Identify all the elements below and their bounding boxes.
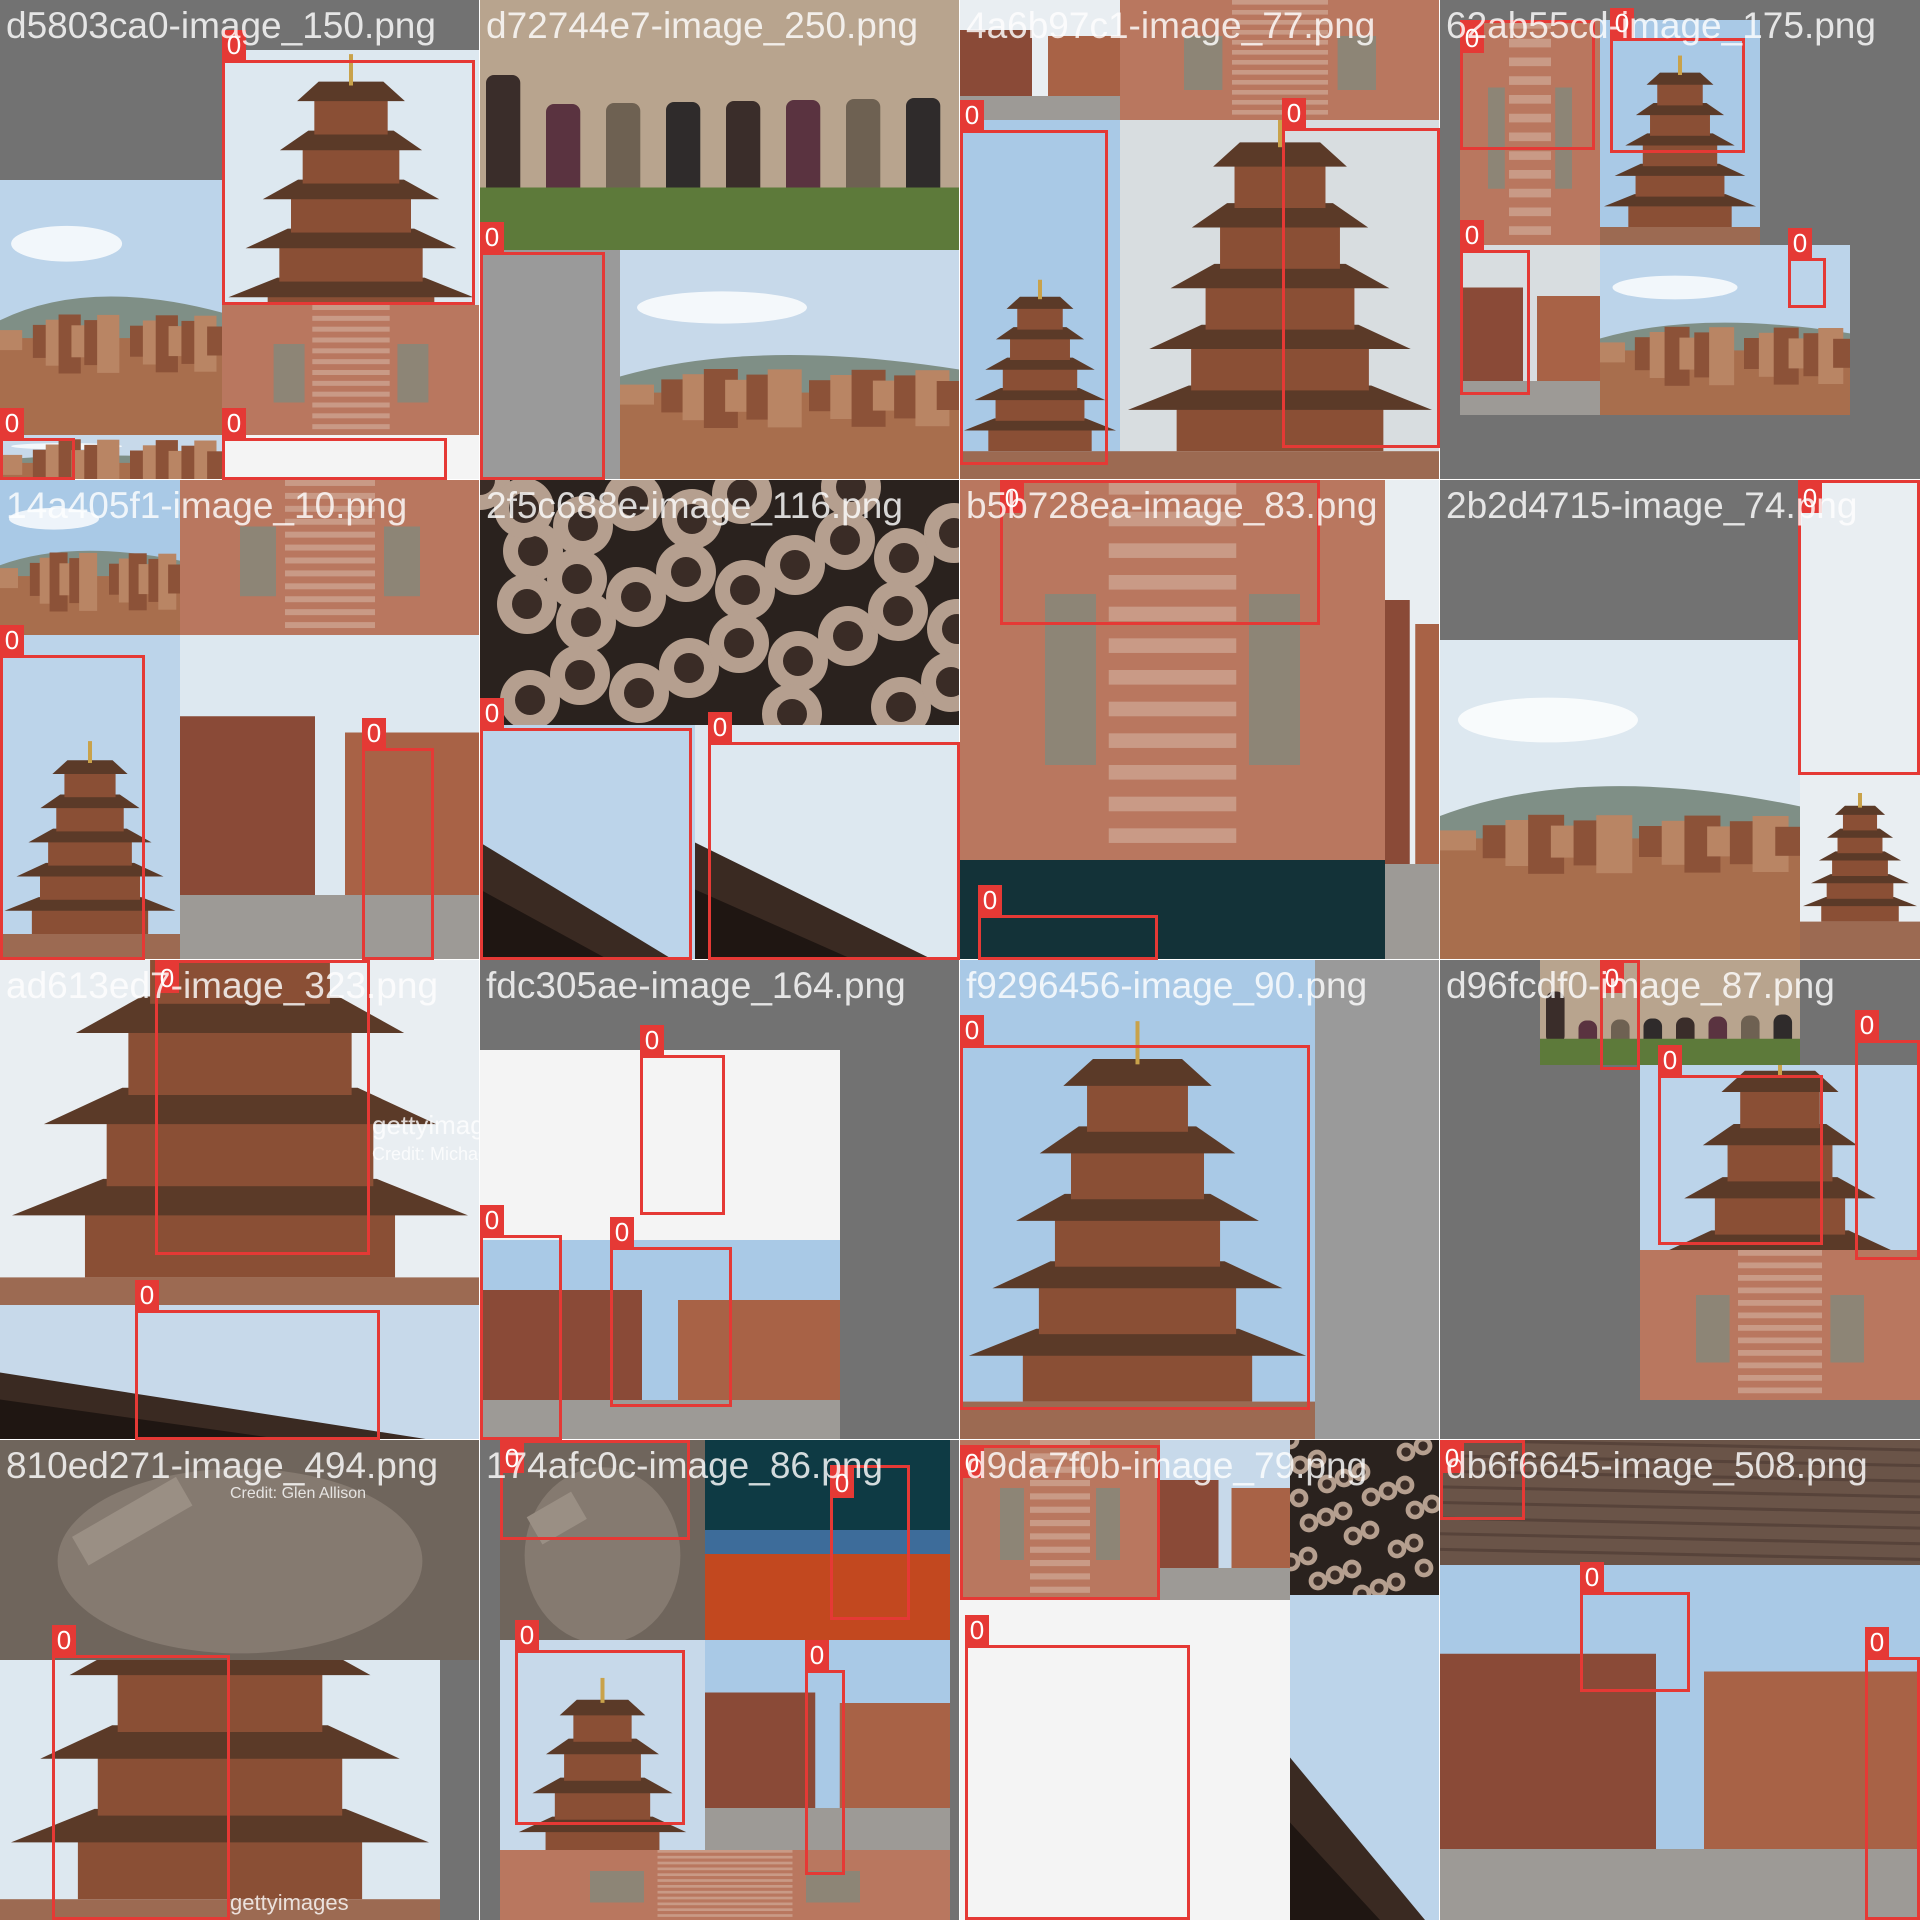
mosaic-tile: 0 0 0 d96fcdf0-image_87.png (1439, 959, 1920, 1441)
bounding-box: 0 (1460, 220, 1530, 395)
mosaic-tile: 0 0 0 0 62ab55cd-image_175.png (1439, 0, 1920, 481)
class-label: 0 (135, 1280, 159, 1310)
photo-crop (620, 250, 960, 480)
mosaic-tile: 0 0 d9da7f0b-image_79.png (959, 1439, 1441, 1920)
class-label: 0 (515, 1620, 539, 1650)
class-label: 0 (1865, 1627, 1889, 1657)
class-label: 0 (52, 1625, 76, 1655)
photo-crop (1440, 640, 1800, 960)
bounding-box: 0 (830, 1465, 910, 1620)
tile-filename: 174afc0c-image_86.png (486, 1445, 884, 1486)
mosaic-tile: 00gettyimageCredit: Michaelad613ed7-imag… (0, 959, 481, 1441)
bounding-box: 0 (1580, 1562, 1690, 1692)
class-label: 0 (1855, 1010, 1879, 1040)
bounding-box: 0 (0, 408, 75, 480)
class-label: 0 (1460, 220, 1484, 250)
bounding-box: 0 (805, 1640, 845, 1875)
mosaic-tile: 0 2b2d4715-image_74.png (1439, 479, 1920, 961)
bounding-box: 0 (1610, 8, 1745, 153)
bounding-box: 0 (960, 1015, 1310, 1410)
mosaic-tile: 0 0 4a6b97c1-image_77.png (959, 0, 1441, 481)
mosaic-tile: 0 0 0 d5803ca0-image_150.png (0, 0, 481, 481)
class-label: 0 (965, 1615, 989, 1645)
tile-filename: 4a6b97c1-image_77.png (966, 5, 1376, 46)
class-label: 0 (0, 408, 24, 438)
photo-crop (180, 635, 480, 960)
tile-filename: d96fcdf0-image_87.png (1446, 965, 1835, 1006)
bounding-box: 0 (362, 718, 434, 960)
bounding-box: 0 (640, 1025, 725, 1215)
class-label: 0 (480, 1205, 504, 1235)
bounding-box: 0 (222, 30, 475, 305)
mosaic-grid: 0 0 0 d5803ca0-image_150.png 0 d72744e7-image… (0, 0, 1920, 1920)
class-label: 0 (708, 712, 732, 742)
tile-filename: b5b728ea-image_83.png (966, 485, 1378, 526)
bounding-box: 0 (135, 1280, 380, 1440)
bounding-box: 0 (222, 408, 447, 480)
bounding-box: 0 (515, 1620, 685, 1825)
mosaic-tile: 0 0 0 db6f6645-image_508.png (1439, 1439, 1920, 1920)
bounding-box: 0 (965, 1615, 1190, 1920)
mosaic-tile: 0 gettyimages Credit: Glen Allison 810ed271… (0, 1439, 481, 1920)
bounding-box: 0 (1658, 1045, 1823, 1245)
mosaic-tile: 0 d72744e7-image_250.png (479, 0, 961, 481)
tile-filename: d5803ca0-image_150.png (6, 5, 436, 46)
tile-filename: f9296456-image_90.png (966, 965, 1368, 1006)
class-label: 0 (1658, 1045, 1682, 1075)
class-label: 0 (480, 698, 504, 728)
class-label: 0 (805, 1640, 829, 1670)
class-label: 0 (610, 1217, 634, 1247)
class-label: 0 (222, 408, 246, 438)
tile-filename: 14a405f1-image_10.png (6, 485, 408, 526)
bounding-box: 0 (978, 885, 1158, 960)
tile-filename: 810ed271-image_494.png (6, 1445, 439, 1486)
bounding-box: 0 (1282, 98, 1440, 448)
photo-crop (0, 180, 222, 435)
class-label: 0 (480, 222, 504, 252)
class-label: 0 (1580, 1562, 1604, 1592)
class-label: 0 (978, 885, 1002, 915)
mosaic-tile: 0 0 0 0 174afc0c-image_86.png (479, 1439, 961, 1920)
photo-crop (222, 305, 480, 435)
mosaic-tile: 0 0 14a405f1-image_10.png (0, 479, 481, 961)
watermark-text: gettyimage (372, 1110, 480, 1140)
bounding-box: 0 (480, 222, 605, 480)
tile-filename: 2b2d4715-image_74.png (1446, 485, 1858, 526)
bounding-box: 0 (610, 1217, 732, 1407)
class-label: 0 (1282, 98, 1306, 128)
bounding-box: 0 (1865, 1627, 1920, 1920)
watermark-text: Credit: Michael (372, 1144, 480, 1164)
tile-filename: ad613ed7-image_323.png (6, 965, 439, 1006)
tile-filename: db6f6645-image_508.png (1446, 1445, 1868, 1486)
mosaic-tile: 0 0 b5b728ea-image_83.png (959, 479, 1441, 961)
bounding-box: 0 (0, 625, 145, 960)
tile-filename: d72744e7-image_250.png (486, 5, 919, 46)
bounding-box: 0 (52, 1625, 230, 1920)
photo-crop (1315, 960, 1440, 1440)
mosaic-tile: 0 0 2f5c688e-image_116.png (479, 479, 961, 961)
class-label: 0 (960, 1015, 984, 1045)
class-label: 0 (1788, 228, 1812, 258)
bounding-box: 0 (1855, 1010, 1920, 1260)
watermark-text: gettyimages (230, 1890, 349, 1915)
bounding-box: 0 (480, 1205, 562, 1440)
photo-crop (1640, 1250, 1920, 1400)
tile-filename: 2f5c688e-image_116.png (486, 485, 903, 526)
class-label: 0 (960, 100, 984, 130)
tile-filename: 62ab55cd-image_175.png (1446, 5, 1876, 46)
photo-crop (500, 1850, 950, 1920)
class-label: 0 (640, 1025, 664, 1055)
photo-crop (1290, 1595, 1440, 1920)
photo-crop (1385, 480, 1440, 960)
bounding-box: 0 (480, 698, 692, 960)
class-label: 0 (0, 625, 24, 655)
tile-filename: d9da7f0b-image_79.png (966, 1445, 1368, 1486)
bounding-box: 0 (708, 712, 960, 960)
tile-filename: fdc305ae-image_164.png (486, 965, 906, 1006)
mosaic-tile: 0 f9296456-image_90.png (959, 959, 1441, 1441)
bounding-box: 0 (960, 100, 1108, 465)
mosaic-tile: 0 0 0 fdc305ae-image_164.png (479, 959, 961, 1441)
class-label: 0 (362, 718, 386, 748)
bounding-box: 0 (1788, 228, 1826, 308)
